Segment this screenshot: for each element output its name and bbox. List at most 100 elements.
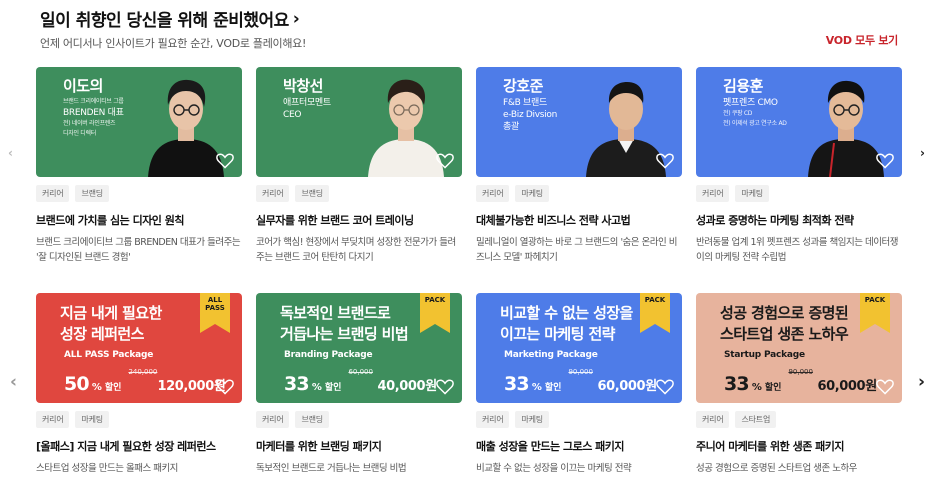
tag-list: 커리어 마케팅	[696, 185, 902, 202]
package-headline-line: 지금 내게 필요한	[60, 304, 162, 322]
carousel-prev-icon[interactable]: ‹	[10, 372, 17, 392]
course-description: 밀레니얼이 열광하는 바로 그 브랜드의 '숨은 온라인 비즈니스 모델' 파헤…	[476, 237, 678, 263]
tag-list: 커리어 브랜딩	[36, 185, 242, 202]
discount-percent-unit: %	[311, 382, 322, 393]
package-title[interactable]: 마케터를 위한 브랜딩 패키지	[256, 438, 462, 454]
course-title[interactable]: 실무자를 위한 브랜드 코어 트레이닝	[256, 212, 462, 228]
ribbon-label: PACK	[640, 296, 670, 304]
package-thumbnail[interactable]: 지금 내게 필요한 성장 레퍼런스 ALL PASS Package 50 % …	[36, 293, 242, 403]
tag[interactable]: 커리어	[36, 185, 70, 202]
discount-percent-unit: %	[531, 382, 542, 393]
vod-view-all-link[interactable]: VOD 모두 보기	[826, 32, 899, 48]
tag[interactable]: 커리어	[696, 185, 730, 202]
tag[interactable]: 브랜딩	[75, 185, 109, 202]
discount-label: 할인	[324, 383, 342, 393]
heart-icon[interactable]	[436, 153, 454, 169]
instructor-bio-line: BRENDEN 대표	[63, 108, 124, 118]
carousel-next-icon[interactable]: ›	[918, 372, 925, 392]
sale-price: 60,000원	[597, 379, 657, 394]
course-title[interactable]: 브랜드에 가치를 심는 디자인 원칙	[36, 212, 242, 228]
package-headline: 비교할 수 없는 성장을 이끄는 마케팅 전략	[500, 303, 633, 345]
tag[interactable]: 브랜딩	[295, 411, 329, 428]
tag[interactable]: 마케팅	[515, 411, 549, 428]
package-thumbnail[interactable]: 비교할 수 없는 성장을 이끄는 마케팅 전략 Marketing Packag…	[476, 293, 682, 403]
course-description: 브랜드 크리에이티브 그룹 BRENDEN 대표가 들려주는 '잘 디자인된 브…	[36, 237, 241, 263]
package-subtitle: Branding Package	[284, 350, 373, 360]
package-card[interactable]: 성공 경험으로 증명된 스타트업 생존 노하우 Startup Package …	[696, 293, 902, 476]
chevron-right-icon[interactable]: ›	[293, 9, 300, 29]
carousel-next-icon[interactable]: ›	[920, 146, 925, 160]
tag[interactable]: 커리어	[36, 411, 70, 428]
package-headline-line: 비교할 수 없는 성장을	[500, 304, 633, 322]
package-card[interactable]: 비교할 수 없는 성장을 이끄는 마케팅 전략 Marketing Packag…	[476, 293, 682, 476]
course-card[interactable]: 박창선 애프터모멘트 CEO 커리어 브랜딩 실무자를 위한 브랜드 코어 트레…	[256, 67, 462, 265]
package-title[interactable]: [올패스] 지금 내게 필요한 성장 레퍼런스	[36, 438, 242, 454]
package-description: 비교할 수 없는 성장을 이끄는 마케팅 전략	[476, 463, 632, 474]
carousel-prev-icon[interactable]: ‹	[8, 146, 13, 160]
heart-icon[interactable]	[876, 153, 894, 169]
tag[interactable]: 커리어	[476, 185, 510, 202]
instructor-bio-line: 애프터모멘트	[283, 98, 331, 108]
tag[interactable]: 커리어	[696, 411, 730, 428]
course-thumbnail[interactable]: 강호준 F&B 브랜드 e-Biz Divsion 총괄	[476, 67, 682, 177]
instructor-bio: F&B 브랜드 e-Biz Divsion 총괄	[503, 97, 557, 133]
package-headline-line: 거듭나는 브랜딩 비법	[280, 325, 409, 343]
ribbon-label: PACK	[420, 296, 450, 304]
package-title[interactable]: 매출 성장을 만드는 그로스 패키지	[476, 438, 682, 454]
package-card[interactable]: 지금 내게 필요한 성장 레퍼런스 ALL PASS Package 50 % …	[36, 293, 242, 476]
tag[interactable]: 마케팅	[515, 185, 549, 202]
course-card[interactable]: 김용훈 펫프렌즈 CMO 전) 쿠팡 CD 전) 이제석 광고 연구소 AD 커…	[696, 67, 902, 265]
tag[interactable]: 브랜딩	[295, 185, 329, 202]
instructor-bio-line: 전) 네이버 라인프렌즈	[63, 120, 116, 127]
package-price: 33 % 할인 90,000 60,000원	[724, 368, 877, 395]
package-headline: 지금 내게 필요한 성장 레퍼런스	[60, 303, 162, 345]
discount-percent: 33	[724, 373, 750, 395]
discount-percent: 33	[504, 373, 530, 395]
course-title[interactable]: 대체불가능한 비즈니스 전략 사고법	[476, 212, 682, 228]
course-thumbnail[interactable]: 김용훈 펫프렌즈 CMO 전) 쿠팡 CD 전) 이제석 광고 연구소 AD	[696, 67, 902, 177]
ribbon-label-line: ALL	[207, 296, 223, 304]
heart-icon[interactable]	[876, 379, 894, 395]
tag-list: 커리어 마케팅	[476, 185, 682, 202]
tag[interactable]: 스타트업	[735, 411, 777, 428]
tag[interactable]: 커리어	[256, 411, 290, 428]
package-headline-line: 성장 레퍼런스	[60, 325, 144, 343]
tag[interactable]: 커리어	[476, 411, 510, 428]
course-description: 반려동물 업계 1위 펫프렌즈 성과를 책임지는 데이터쟁이의 마케팅 전략 수…	[696, 237, 898, 263]
section-title-text[interactable]: 일이 취향인 당신을 위해 준비했어요	[40, 6, 289, 31]
ribbon-label-line: PACK	[424, 296, 446, 304]
instructor-bio-line: 전) 이제석 광고 연구소 AD	[723, 120, 787, 127]
heart-icon[interactable]	[216, 153, 234, 169]
instructor-bio-line: F&B 브랜드	[503, 98, 547, 108]
course-thumbnail[interactable]: 이도의 브랜드 크리에이티브 그룹 BRENDEN 대표 전) 네이버 라인프렌…	[36, 67, 242, 177]
course-title[interactable]: 성과로 증명하는 마케팅 최적화 전략	[696, 212, 902, 228]
package-card[interactable]: 독보적인 브랜드로 거듭나는 브랜딩 비법 Branding Package 3…	[256, 293, 462, 476]
course-thumbnail[interactable]: 박창선 애프터모멘트 CEO	[256, 67, 462, 177]
course-card[interactable]: 강호준 F&B 브랜드 e-Biz Divsion 총괄 커리어 마케팅 대체불…	[476, 67, 682, 265]
tag[interactable]: 커리어	[256, 185, 290, 202]
original-price: 240,000	[128, 368, 158, 376]
tag[interactable]: 마케팅	[75, 411, 109, 428]
tag[interactable]: 마케팅	[735, 185, 769, 202]
discount-percent-unit: %	[751, 382, 762, 393]
package-description: 성공 경험으로 증명된 스타트업 생존 노하우	[696, 463, 857, 474]
course-card[interactable]: 이도의 브랜드 크리에이티브 그룹 BRENDEN 대표 전) 네이버 라인프렌…	[36, 67, 242, 265]
heart-icon[interactable]	[656, 379, 674, 395]
original-price: 90,000	[568, 368, 593, 376]
section-title[interactable]: 일이 취향인 당신을 위해 준비했어요 ›	[40, 6, 900, 32]
package-thumbnail[interactable]: 성공 경험으로 증명된 스타트업 생존 노하우 Startup Package …	[696, 293, 902, 403]
package-price: 50 % 할인 240,000 120,000원	[64, 368, 226, 395]
heart-icon[interactable]	[436, 379, 454, 395]
instructor-bio-line: e-Biz Divsion	[503, 110, 557, 120]
package-headline-line: 이끄는 마케팅 전략	[500, 325, 615, 343]
package-subtitle: Startup Package	[724, 350, 805, 360]
instructor-bio: 펫프렌즈 CMO 전) 쿠팡 CD 전) 이제석 광고 연구소 AD	[723, 97, 787, 129]
package-description: 독보적인 브랜드로 거듭나는 브랜딩 비법	[256, 463, 407, 474]
heart-icon[interactable]	[216, 379, 234, 395]
package-thumbnail[interactable]: 독보적인 브랜드로 거듭나는 브랜딩 비법 Branding Package 3…	[256, 293, 462, 403]
heart-icon[interactable]	[656, 153, 674, 169]
package-headline-line: 성공 경험으로 증명된	[720, 304, 849, 322]
package-title[interactable]: 주니어 마케터를 위한 생존 패키지	[696, 438, 902, 454]
package-headline: 독보적인 브랜드로 거듭나는 브랜딩 비법	[280, 303, 409, 345]
tag-list: 커리어 브랜딩	[256, 185, 462, 202]
